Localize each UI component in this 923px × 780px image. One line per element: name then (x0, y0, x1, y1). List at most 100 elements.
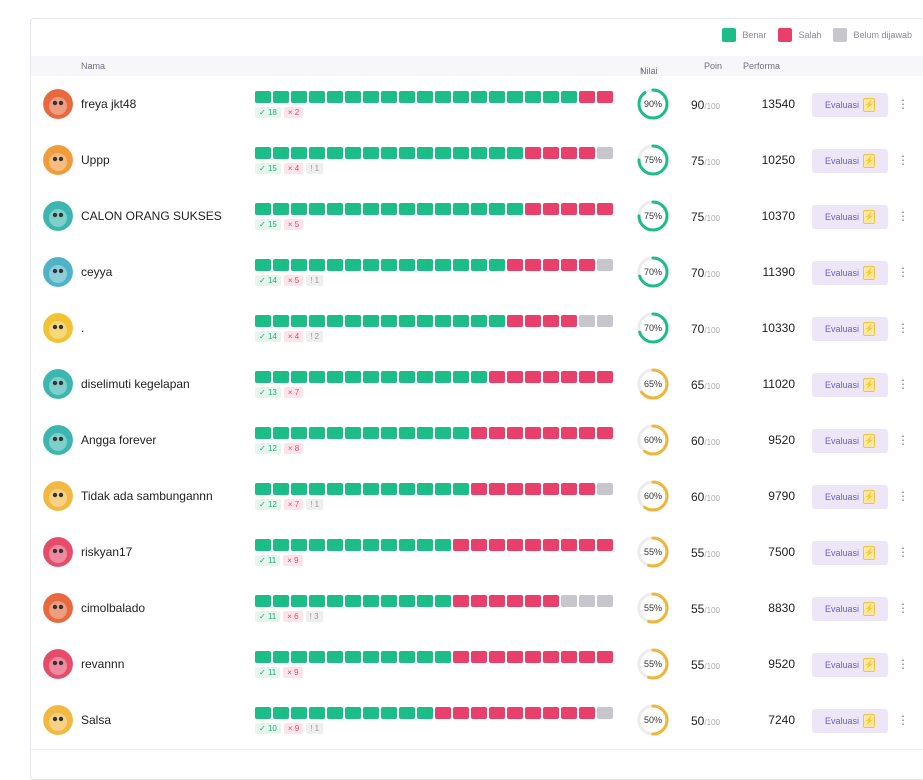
more-options-icon[interactable]: ⋮ (897, 433, 909, 447)
student-name[interactable]: freya jkt48 (81, 97, 136, 111)
legend-benar-label: Benar (742, 30, 767, 40)
correct-segment (273, 707, 289, 719)
table-row[interactable]: Tidak ada sambungannn ✓ 12 × 7! 1 60% 60/100… (31, 469, 923, 526)
cross-icon: × (287, 108, 295, 117)
more-options-icon[interactable]: ⋮ (897, 153, 909, 167)
wrong-segment (579, 371, 595, 383)
legend-belum-label: Belum dijawab (853, 30, 912, 40)
correct-segment (417, 147, 433, 159)
table-row[interactable]: revannn ✓ 11 × 9 55% 55/100 9520 Evaluasi ⚡ ⋮ (31, 637, 923, 694)
correct-segment (363, 203, 379, 215)
wrong-segment (507, 539, 523, 551)
more-options-icon[interactable]: ⋮ (897, 321, 909, 335)
correct-segment (435, 259, 451, 271)
correct-segment (273, 147, 289, 159)
evaluasi-button[interactable]: Evaluasi ⚡ (812, 317, 888, 341)
more-options-icon[interactable]: ⋮ (897, 97, 909, 111)
correct-segment (291, 315, 307, 327)
table-row[interactable]: . ✓ 14 × 4! 2 70% 70/100 10330 Evaluasi ⚡ ⋮ (31, 301, 923, 358)
evaluasi-button[interactable]: Evaluasi ⚡ (812, 597, 888, 621)
more-options-icon[interactable]: ⋮ (897, 377, 909, 391)
wrong-segment (579, 203, 595, 215)
correct-segment (273, 203, 289, 215)
answer-progress-bar (255, 147, 613, 159)
more-options-icon[interactable]: ⋮ (897, 265, 909, 279)
poin-max: /100 (704, 662, 720, 671)
evaluasi-button[interactable]: Evaluasi ⚡ (812, 653, 888, 677)
student-name[interactable]: cimolbalado (81, 601, 145, 615)
exclamation-count: ! 1 (306, 723, 324, 734)
table-row[interactable]: ceyya ✓ 14 × 5! 1 70% 70/100 11390 Evaluasi ⚡ ⋮ (31, 245, 923, 302)
table-row[interactable]: cimolbalado ✓ 11 × 6! 3 55% 55/100 8830 Evalua… (31, 581, 923, 638)
more-options-icon[interactable]: ⋮ (897, 657, 909, 671)
check-count-value: 15 (267, 220, 277, 229)
correct-segment (345, 595, 361, 607)
student-name[interactable]: revannn (81, 657, 124, 671)
evaluasi-button[interactable]: Evaluasi ⚡ (812, 485, 888, 509)
student-name[interactable]: Tidak ada sambungannn (81, 489, 213, 503)
evaluasi-button[interactable]: Evaluasi ⚡ (812, 429, 888, 453)
poin-max: /100 (704, 606, 720, 615)
score-percent: 55% (643, 659, 662, 669)
more-options-icon[interactable]: ⋮ (897, 601, 909, 615)
cross-count: × 6 (283, 611, 303, 622)
cross-count-value: 7 (294, 500, 300, 509)
table-row[interactable]: CALON ORANG SUKSES ✓ 15 × 5 75% 75/100 10370 E… (31, 189, 923, 246)
correct-segment (489, 91, 505, 103)
cross-count: × 9 (283, 667, 303, 678)
more-options-icon[interactable]: ⋮ (897, 489, 909, 503)
performa-value: 10370 (761, 209, 795, 223)
wrong-segment (525, 259, 541, 271)
evaluasi-button[interactable]: Evaluasi ⚡ (812, 261, 888, 285)
student-name[interactable]: Angga forever (81, 433, 156, 447)
correct-segment (399, 371, 415, 383)
more-options-icon[interactable]: ⋮ (897, 209, 909, 223)
student-name[interactable]: CALON ORANG SUKSES (81, 209, 222, 223)
correct-segment (291, 147, 307, 159)
cross-count: × 4 (283, 163, 304, 174)
cross-icon: × (287, 500, 295, 509)
more-options-icon[interactable]: ⋮ (897, 545, 909, 559)
check-count: ✓ 13 (255, 387, 281, 398)
table-row[interactable]: riskyan17 ✓ 11 × 9 55% 55/100 7500 Evaluasi ⚡ ⋮ (31, 525, 923, 582)
check-icon: ✓ (259, 724, 268, 733)
student-name[interactable]: . (81, 321, 84, 335)
table-row[interactable]: Uppp ✓ 15 × 4! 1 75% 75/100 10250 Evaluasi ⚡ ⋮ (31, 133, 923, 190)
wrong-segment (597, 539, 613, 551)
cross-count-value: 4 (294, 332, 300, 341)
evaluasi-button[interactable]: Evaluasi ⚡ (812, 149, 888, 173)
correct-segment (399, 539, 415, 551)
student-name[interactable]: ceyya (81, 265, 112, 279)
evaluasi-button[interactable]: Evaluasi ⚡ (812, 541, 888, 565)
cross-count-value: 9 (294, 668, 299, 677)
wrong-segment (489, 483, 505, 495)
student-name[interactable]: riskyan17 (81, 545, 132, 559)
check-count: ✓ 12 (255, 443, 281, 454)
student-name[interactable]: diselimuti kegelapan (81, 377, 190, 391)
poin-score: 50 (691, 714, 705, 728)
table-row[interactable]: Salsa ✓ 10 × 9! 1 50% 50/100 7240 Evaluasi ⚡ ⋮ (31, 693, 923, 750)
correct-segment (363, 595, 379, 607)
correct-segment (381, 91, 397, 103)
evaluasi-button[interactable]: Evaluasi ⚡ (812, 709, 888, 733)
unanswered-segment (597, 259, 613, 271)
avatar (43, 89, 73, 119)
evaluasi-label: Evaluasi (824, 436, 860, 446)
evaluasi-button[interactable]: Evaluasi ⚡ (812, 373, 888, 397)
score-percent: 75% (643, 155, 662, 165)
student-name[interactable]: Salsa (81, 713, 111, 727)
table-row[interactable]: freya jkt48 ✓ 18 × 2 90% 90/100 13540 Evaluasi… (31, 77, 923, 134)
cross-count: × 7 (283, 387, 304, 398)
answer-progress-bar (255, 259, 613, 271)
answer-counts: ✓ 11 × 6! 3 (255, 611, 323, 622)
wrong-segment (525, 427, 541, 439)
table-row[interactable]: Angga forever ✓ 12 × 8 60% 60/100 9520 Evaluas… (31, 413, 923, 470)
more-options-icon[interactable]: ⋮ (897, 713, 909, 727)
correct-segment (327, 651, 343, 663)
table-row[interactable]: diselimuti kegelapan ✓ 13 × 7 65% 65/100 1102… (31, 357, 923, 414)
student-name[interactable]: Uppp (81, 153, 110, 167)
evaluasi-button[interactable]: Evaluasi ⚡ (812, 205, 888, 229)
performa-value: 9520 (768, 433, 795, 447)
cross-count: × 2 (283, 107, 304, 118)
evaluasi-button[interactable]: Evaluasi ⚡ (812, 93, 888, 117)
